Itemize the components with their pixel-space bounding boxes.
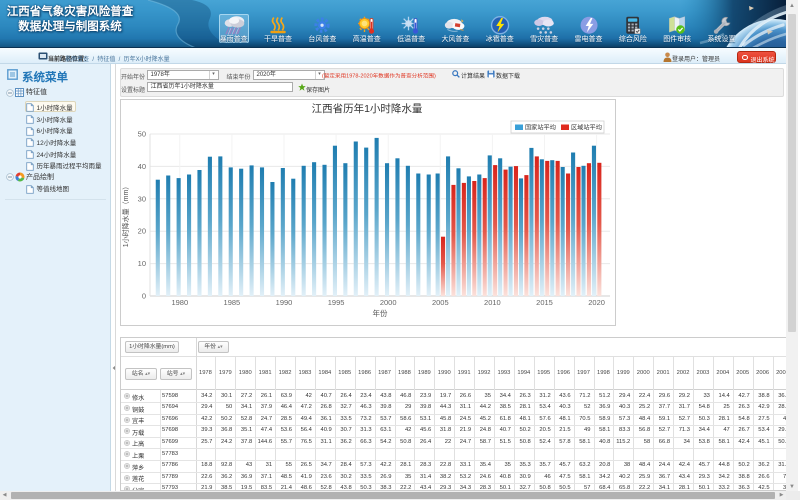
svg-text:国家站平均: 国家站平均 — [525, 124, 556, 132]
svg-text:2005: 2005 — [432, 298, 449, 307]
svg-text:1980: 1980 — [171, 298, 188, 307]
svg-text:江西省历年1小时降水量: 江西省历年1小时降水量 — [312, 102, 423, 115]
svg-text:20: 20 — [138, 227, 146, 236]
svg-text:1小时降水量（mm）: 1小时降水量（mm） — [121, 183, 130, 248]
svg-text:50: 50 — [138, 130, 146, 139]
svg-text:1995: 1995 — [328, 298, 345, 307]
svg-text:10: 10 — [138, 259, 146, 268]
svg-text:年份: 年份 — [373, 308, 388, 318]
svg-text:30: 30 — [138, 194, 146, 203]
svg-text:2000: 2000 — [380, 298, 397, 307]
svg-text:区域站平均: 区域站平均 — [571, 124, 602, 132]
svg-text:0: 0 — [142, 292, 146, 301]
svg-text:1985: 1985 — [224, 298, 241, 307]
svg-text:2015: 2015 — [536, 298, 553, 307]
svg-text:40: 40 — [138, 162, 146, 171]
svg-text:2020: 2020 — [588, 298, 605, 307]
svg-text:2010: 2010 — [484, 298, 501, 307]
svg-text:1990: 1990 — [276, 298, 293, 307]
